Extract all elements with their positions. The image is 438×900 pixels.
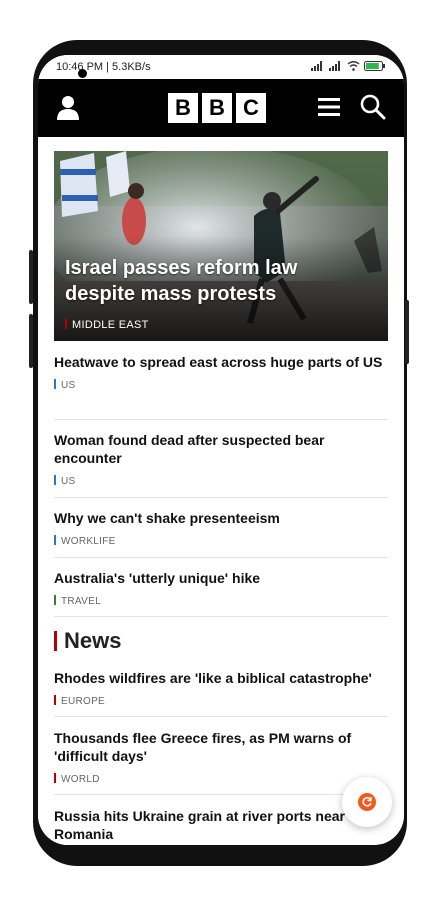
battery-icon bbox=[364, 61, 385, 71]
divider bbox=[54, 716, 388, 717]
signal-icon bbox=[311, 61, 322, 71]
divider bbox=[54, 557, 388, 558]
story-tag[interactable]: EUROPE bbox=[54, 695, 388, 707]
story-item[interactable]: Rhodes wildfires are 'like a biblical ca… bbox=[54, 669, 388, 707]
story-headline: Heatwave to spread east across huge part… bbox=[54, 354, 383, 370]
status-time: 10:46 PM | 5.3KB/s bbox=[56, 61, 151, 73]
bbc-logo[interactable]: B B C bbox=[168, 93, 266, 123]
logo-letter: C bbox=[236, 93, 266, 123]
story-tag[interactable]: US bbox=[54, 379, 388, 391]
phone-power-button bbox=[405, 300, 409, 364]
news-feed[interactable]: Israel passes reform law despite mass pr… bbox=[38, 137, 404, 845]
story-tag[interactable]: US bbox=[54, 475, 388, 487]
app-header: B B C bbox=[38, 79, 404, 137]
signal-icon bbox=[329, 61, 340, 71]
story-headline: Thousands flee Greece fires, as PM warns… bbox=[54, 730, 352, 764]
tag-marker bbox=[54, 773, 56, 783]
tag-marker bbox=[54, 595, 56, 605]
story-tag[interactable]: WORKLIFE bbox=[54, 535, 388, 547]
wifi-icon bbox=[347, 61, 360, 71]
story-headline: Rhodes wildfires are 'like a biblical ca… bbox=[54, 670, 372, 686]
tag-marker bbox=[65, 319, 67, 329]
story-tag-label: WORLD bbox=[61, 774, 100, 785]
status-bar: 10:46 PM | 5.3KB/s bbox=[38, 55, 404, 79]
section-accent-bar bbox=[54, 631, 57, 651]
refresh-button[interactable] bbox=[342, 777, 392, 827]
tag-marker bbox=[54, 695, 56, 705]
hero-headline: Israel passes reform law despite mass pr… bbox=[65, 257, 298, 305]
divider bbox=[54, 497, 388, 498]
story-headline: Woman found dead after suspected bear en… bbox=[54, 432, 325, 466]
hero-image bbox=[54, 151, 388, 341]
section-heading[interactable]: News bbox=[54, 628, 121, 654]
hamburger-icon[interactable] bbox=[318, 97, 340, 117]
story-item[interactable]: Heatwave to spread east across huge part… bbox=[54, 353, 388, 391]
app-screen: 10:46 PM | 5.3KB/s B B C Israel passes r… bbox=[38, 55, 404, 845]
status-icons bbox=[311, 61, 386, 71]
divider bbox=[54, 794, 388, 795]
story-item[interactable]: Why we can't shake presenteeism WORKLIFE bbox=[54, 509, 388, 547]
story-tag[interactable]: WORLD bbox=[54, 773, 388, 785]
tag-marker bbox=[54, 535, 56, 545]
story-item[interactable]: Australia's 'utterly unique' hike TRAVEL bbox=[54, 569, 388, 607]
story-tag-label: US bbox=[61, 476, 76, 487]
story-tag-label: US bbox=[61, 380, 76, 391]
phone-side-button bbox=[29, 314, 33, 368]
person-icon[interactable] bbox=[54, 93, 82, 121]
search-icon[interactable] bbox=[360, 94, 386, 120]
phone-side-button bbox=[29, 250, 33, 304]
tag-marker bbox=[54, 475, 56, 485]
story-item[interactable]: Russia hits Ukraine grain at river ports… bbox=[54, 807, 388, 843]
story-headline: Australia's 'utterly unique' hike bbox=[54, 570, 261, 586]
story-item[interactable]: Thousands flee Greece fires, as PM warns… bbox=[54, 729, 388, 785]
story-headline: Why we can't shake presenteeism bbox=[54, 510, 280, 526]
story-headline: Russia hits Ukraine grain at river ports… bbox=[54, 808, 345, 842]
story-tag[interactable]: TRAVEL bbox=[54, 595, 388, 607]
hero-tag[interactable]: MIDDLE EAST bbox=[65, 319, 149, 331]
hero-story[interactable]: Israel passes reform law despite mass pr… bbox=[54, 151, 388, 341]
story-tag-label: WORKLIFE bbox=[61, 536, 116, 547]
logo-letter: B bbox=[168, 93, 198, 123]
divider bbox=[54, 419, 388, 420]
logo-letter: B bbox=[202, 93, 232, 123]
story-tag-label: TRAVEL bbox=[61, 596, 101, 607]
hero-tag-label: MIDDLE EAST bbox=[72, 319, 149, 331]
story-item[interactable]: Woman found dead after suspected bear en… bbox=[54, 431, 388, 487]
section-title: News bbox=[64, 628, 122, 653]
tag-marker bbox=[54, 379, 56, 389]
story-tag-label: EUROPE bbox=[61, 696, 106, 707]
divider bbox=[54, 616, 388, 617]
refresh-icon bbox=[358, 793, 376, 811]
